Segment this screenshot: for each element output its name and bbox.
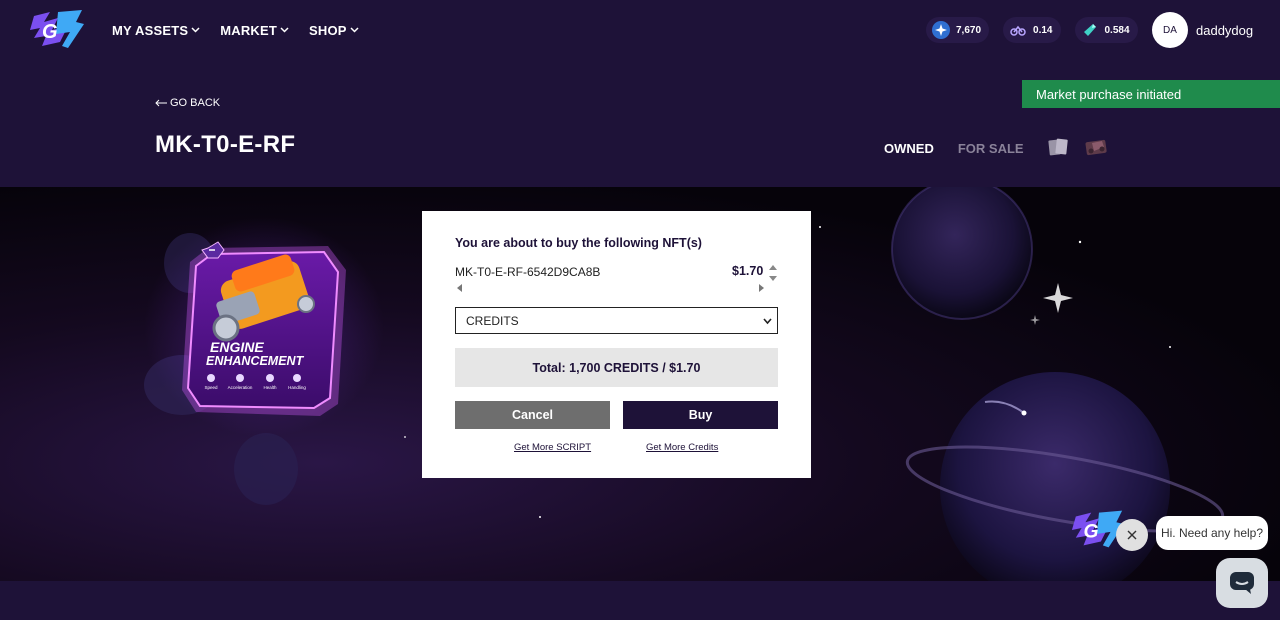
go-back-label: GO BACK	[170, 97, 221, 109]
card-stat-handling: Handling	[288, 385, 306, 390]
cards-view-icon[interactable]	[1046, 135, 1070, 159]
chat-open-button[interactable]	[1216, 558, 1268, 608]
tab-owned[interactable]: OWNED	[884, 141, 934, 156]
scroll-right-icon[interactable]	[759, 284, 764, 292]
balance-motorbike[interactable]: 0.14	[1003, 17, 1061, 43]
balance-motorbike-value: 0.14	[1033, 24, 1053, 36]
chat-greeting-bubble[interactable]: Hi. Need any help?	[1156, 516, 1268, 550]
arrow-left-icon	[155, 99, 167, 107]
chevron-down-icon	[280, 27, 289, 33]
card-stat-speed: Speed	[204, 385, 218, 390]
user-menu[interactable]: DA daddydog	[1152, 12, 1253, 48]
card-stat-health: Health	[263, 385, 277, 390]
price-stepper-icon[interactable]	[768, 264, 778, 282]
logo-icon[interactable]: G	[28, 8, 86, 50]
avatar[interactable]: DA	[1152, 12, 1188, 48]
vehicle-view-icon[interactable]	[1084, 135, 1110, 159]
go-back-link[interactable]: GO BACK	[155, 97, 220, 109]
nav-market-label: MARKET	[220, 22, 278, 38]
chevron-down-icon	[350, 27, 359, 33]
buy-button[interactable]: Buy	[623, 401, 778, 429]
footer-strip	[0, 581, 1280, 620]
nft-price: $1.70	[732, 264, 764, 278]
chevron-down-icon	[191, 27, 200, 33]
card-stat-acceleration: Acceleration	[228, 385, 253, 390]
nav-menu: MY ASSETS MARKET SHOP	[112, 0, 359, 60]
nav-my-assets[interactable]: MY ASSETS	[112, 23, 200, 38]
nav-my-assets-label: MY ASSETS	[112, 22, 189, 38]
crystal-token-icon	[1081, 21, 1099, 39]
toast-notification: Market purchase initiated	[1022, 80, 1280, 108]
page-title: MK-T0-E-RF	[155, 131, 296, 158]
chevron-down-icon	[763, 318, 772, 325]
ownership-tabs: OWNED FOR SALE	[884, 141, 1024, 156]
cancel-button[interactable]: Cancel	[455, 401, 610, 429]
close-icon	[1127, 530, 1137, 540]
view-toggle	[1046, 135, 1110, 159]
nav-market[interactable]: MARKET	[220, 23, 289, 38]
svg-text:G: G	[42, 21, 58, 43]
currency-select-value: CREDITS	[466, 313, 519, 328]
chat-bubble-icon	[1230, 572, 1254, 594]
svg-text:G: G	[1084, 522, 1099, 543]
motorbike-token-icon	[1009, 21, 1027, 39]
username: daddydog	[1196, 22, 1254, 38]
balance-star[interactable]: 7,670	[926, 17, 990, 43]
balance-star-value: 7,670	[956, 24, 982, 36]
balance-crystal[interactable]: 0.584	[1074, 17, 1138, 43]
modal-heading: You are about to buy the following NFT(s…	[455, 236, 702, 250]
handling-stat-icon	[293, 374, 301, 382]
nav-shop[interactable]: SHOP	[309, 23, 359, 38]
nav-shop-label: SHOP	[309, 22, 347, 38]
chat-greeting-text: Hi. Need any help?	[1160, 526, 1264, 540]
speed-stat-icon	[207, 374, 215, 382]
top-nav: G MY ASSETS MARKET SHOP 7,670 0.14 0.584…	[0, 0, 1280, 60]
scroll-left-icon[interactable]	[457, 284, 462, 292]
balances: 7,670 0.14 0.584	[926, 17, 1138, 43]
nft-card-image[interactable]: ENGINE ENHANCEMENT Speed Acceleration He…	[178, 240, 348, 420]
balance-crystal-value: 0.584	[1104, 24, 1130, 36]
health-stat-icon	[266, 374, 274, 382]
nft-id: MK-T0-E-RF-6542D9CA8B	[455, 265, 601, 279]
tab-for-sale[interactable]: FOR SALE	[958, 141, 1024, 156]
acceleration-stat-icon	[236, 374, 244, 382]
total-summary: Total: 1,700 CREDITS / $1.70	[455, 348, 778, 387]
horizontal-scrollbar[interactable]	[455, 282, 766, 294]
get-more-credits-link[interactable]: Get More Credits	[646, 442, 718, 453]
card-title-line2: ENHANCEMENT	[206, 354, 305, 368]
star-token-icon	[932, 21, 950, 39]
currency-select[interactable]: CREDITS	[455, 307, 778, 334]
chat-close-button[interactable]	[1116, 519, 1148, 551]
get-more-script-link[interactable]: Get More SCRIPT	[514, 442, 591, 453]
toast-message: Market purchase initiated	[1036, 86, 1182, 102]
card-title-line1: ENGINE	[210, 339, 264, 355]
purchase-modal: You are about to buy the following NFT(s…	[422, 211, 811, 478]
